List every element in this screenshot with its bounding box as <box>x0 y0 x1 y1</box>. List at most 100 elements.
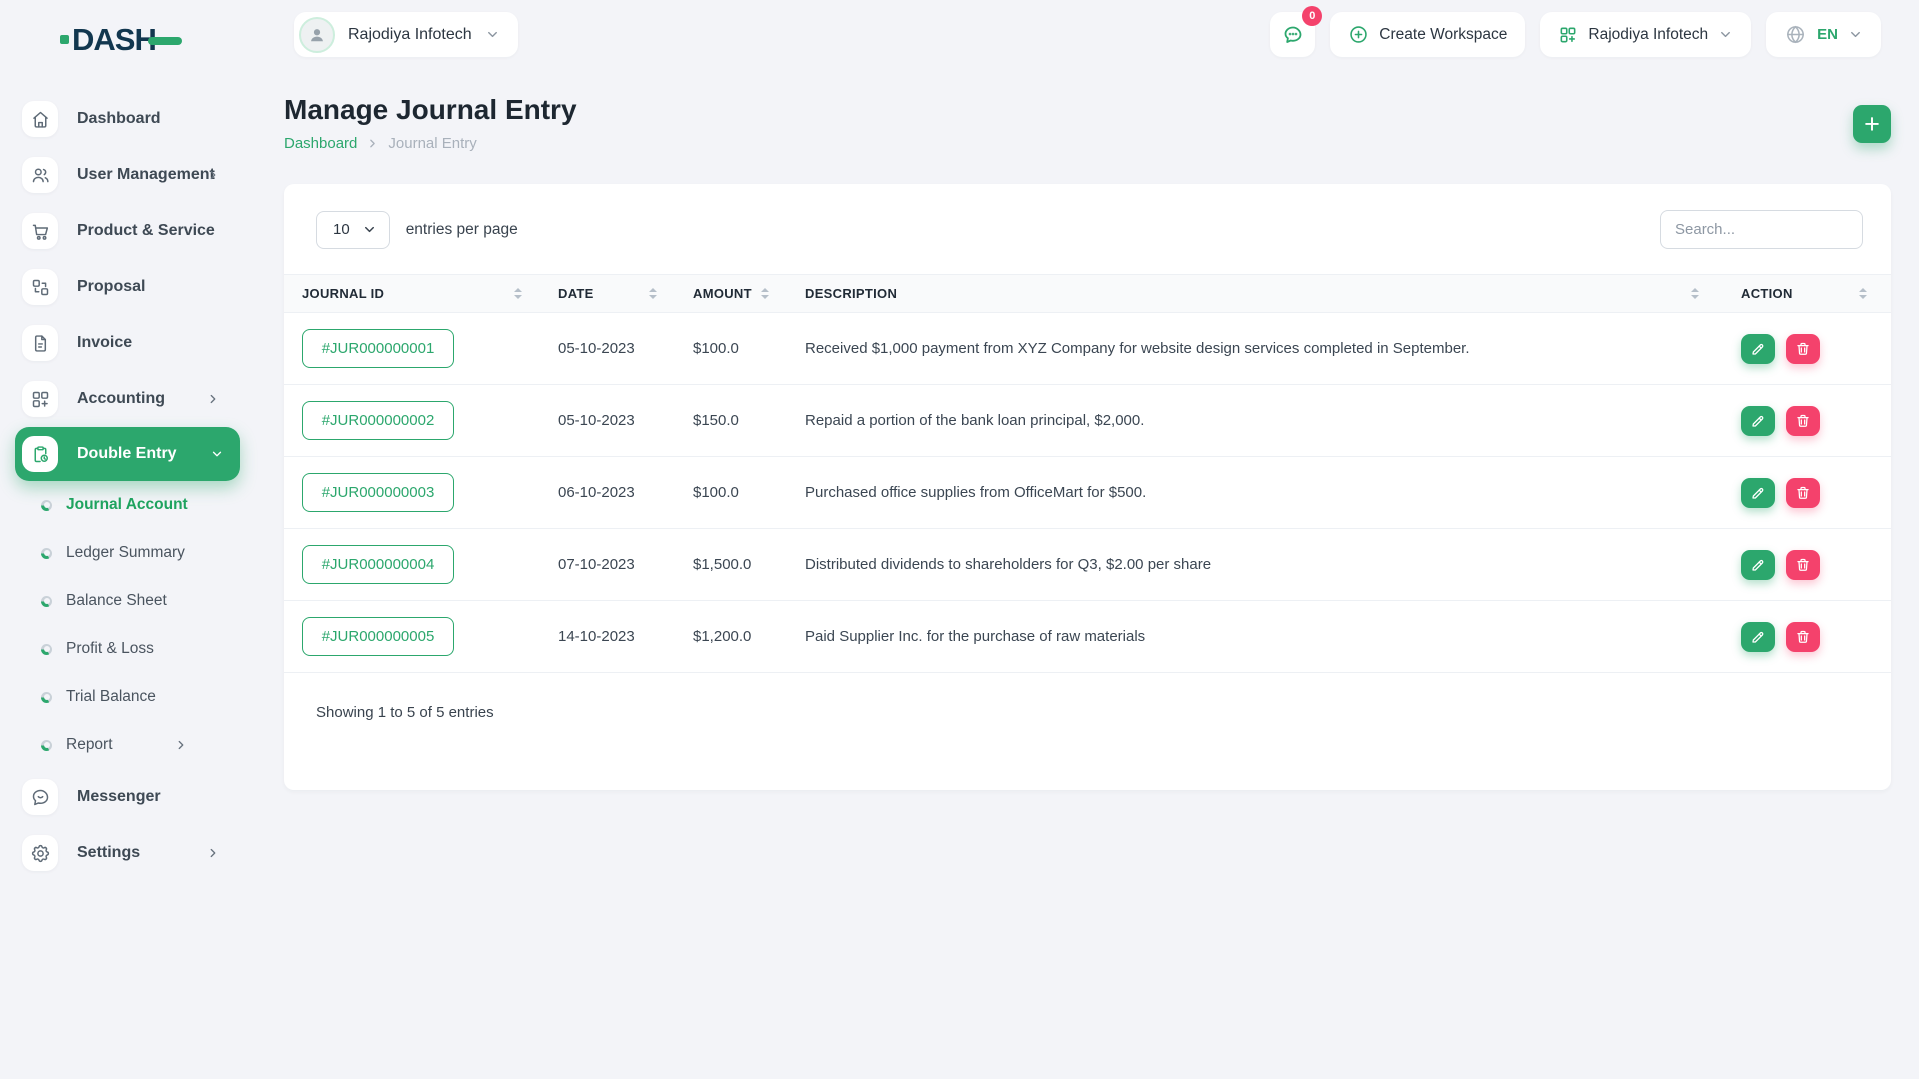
app-logo[interactable]: DASH <box>60 24 182 55</box>
sidebar-item-double-entry[interactable]: Double Entry <box>15 427 240 481</box>
table-header-row: JOURNAL ID DATE AMOUNT DESCRIPTION ACTIO… <box>284 274 1891 313</box>
table-row: #JUR000000005 14-10-2023 $1,200.0 Paid S… <box>284 600 1891 673</box>
edit-button[interactable] <box>1741 477 1775 508</box>
bullet-icon <box>41 595 52 607</box>
sidebar-menu: Dashboard User Management Product & Serv… <box>0 91 240 881</box>
column-header-amount[interactable]: AMOUNT <box>669 274 781 313</box>
avatar <box>299 16 335 53</box>
create-workspace-button[interactable]: Create Workspace <box>1330 12 1526 57</box>
sidebar-subitem-journal-account[interactable]: Journal Account <box>0 481 240 529</box>
gear-icon <box>22 835 58 871</box>
delete-button[interactable] <box>1786 405 1820 436</box>
table-row: #JUR000000002 05-10-2023 $150.0 Repaid a… <box>284 384 1891 457</box>
date-cell: 05-10-2023 <box>534 312 669 385</box>
logo-accent-bar <box>147 36 182 45</box>
trash-icon <box>1797 630 1809 643</box>
delete-button[interactable] <box>1786 477 1820 508</box>
sidebar-item-proposal[interactable]: Proposal <box>0 259 240 315</box>
chat-bubble-icon <box>22 779 58 815</box>
entries-per-page-label: entries per page <box>405 220 518 238</box>
date-cell: 07-10-2023 <box>534 528 669 601</box>
sidebar-item-label: Dashboard <box>77 110 161 127</box>
transfer-icon <box>22 269 58 305</box>
chat-notification-icon <box>1284 26 1302 43</box>
pencil-icon <box>1752 559 1764 571</box>
notifications-button[interactable]: 0 <box>1270 6 1323 57</box>
sidebar-subitem-balance-sheet[interactable]: Balance Sheet <box>0 577 240 625</box>
column-header-description[interactable]: DESCRIPTION <box>781 274 1711 313</box>
journal-id-badge: #JUR000000002 <box>302 401 454 440</box>
pencil-icon <box>1752 415 1764 427</box>
invoice-file-icon <box>22 325 58 361</box>
delete-button[interactable] <box>1786 621 1820 652</box>
topbar-actions: 0 Create Workspace Rajodiya Infotech EN <box>1270 6 1881 57</box>
description-cell: Paid Supplier Inc. for the purchase of r… <box>781 600 1711 673</box>
page-title: Manage Journal Entry <box>284 94 577 125</box>
delete-button[interactable] <box>1786 549 1820 580</box>
sidebar-item-dashboard[interactable]: Dashboard <box>0 91 240 147</box>
logo-text: DASH <box>72 22 157 57</box>
chevron-down-icon <box>210 447 224 461</box>
sidebar-item-accounting[interactable]: Accounting <box>0 371 240 427</box>
sidebar-item-label: Accounting <box>77 390 165 407</box>
column-header-date[interactable]: DATE <box>534 274 669 313</box>
users-icon <box>22 157 58 193</box>
notification-count-badge: 0 <box>1302 6 1323 26</box>
journal-id-badge: #JUR000000005 <box>302 617 454 656</box>
edit-button[interactable] <box>1741 405 1775 436</box>
column-header-action[interactable]: ACTION <box>1711 274 1891 313</box>
circle-plus-icon <box>1350 26 1368 43</box>
grid-plus-icon <box>22 381 58 417</box>
description-cell: Purchased office supplies from OfficeMar… <box>781 456 1711 529</box>
sidebar-item-invoice[interactable]: Invoice <box>0 315 240 371</box>
table-row: #JUR000000001 05-10-2023 $100.0 Received… <box>284 312 1891 385</box>
sort-icon <box>1859 288 1867 299</box>
delete-button[interactable] <box>1786 333 1820 364</box>
sidebar-item-messenger[interactable]: Messenger <box>0 769 240 825</box>
globe-icon <box>1787 25 1805 44</box>
sort-icon <box>761 288 769 299</box>
date-cell: 14-10-2023 <box>534 600 669 673</box>
breadcrumb-dashboard-link[interactable]: Dashboard <box>284 135 357 152</box>
journal-id-badge: #JUR000000004 <box>302 545 454 584</box>
company-selector[interactable]: Rajodiya Infotech <box>1540 12 1752 57</box>
chevron-right-icon <box>206 168 220 182</box>
grid-plus-icon <box>1560 27 1576 42</box>
language-code: EN <box>1817 26 1838 43</box>
sort-icon <box>1691 288 1699 299</box>
column-header-journal-id[interactable]: JOURNAL ID <box>284 274 534 313</box>
search-input[interactable] <box>1660 210 1863 249</box>
workspace-selector[interactable]: Rajodiya Infotech <box>294 12 518 57</box>
sort-icon <box>649 288 657 299</box>
company-name: Rajodiya Infotech <box>1588 25 1709 43</box>
edit-button[interactable] <box>1741 621 1775 652</box>
sidebar-item-label: Double Entry <box>77 445 177 462</box>
edit-button[interactable] <box>1741 333 1775 364</box>
description-cell: Received $1,000 payment from XYZ Company… <box>781 312 1711 385</box>
sidebar-item-label: User Management <box>77 166 215 183</box>
workspace-name: Rajodiya Infotech <box>348 25 472 43</box>
sidebar-subitem-trial-balance[interactable]: Trial Balance <box>0 673 240 721</box>
entries-per-page-value: 10 <box>333 221 350 238</box>
journal-entries-table: JOURNAL ID DATE AMOUNT DESCRIPTION ACTIO… <box>284 274 1891 673</box>
showing-entries-text: Showing 1 to 5 of 5 entries <box>316 704 494 721</box>
sidebar-subitem-report[interactable]: Report <box>0 721 240 769</box>
amount-cell: $100.0 <box>669 312 781 385</box>
trash-icon <box>1797 486 1809 499</box>
language-selector[interactable]: EN <box>1766 12 1881 57</box>
description-cell: Distributed dividends to shareholders fo… <box>781 528 1711 601</box>
sidebar-item-settings[interactable]: Settings <box>0 825 240 881</box>
page-header: Manage Journal Entry Dashboard Journal E… <box>284 94 577 152</box>
edit-button[interactable] <box>1741 549 1775 580</box>
sidebar-item-user-management[interactable]: User Management <box>0 147 240 203</box>
sidebar-subitem-ledger-summary[interactable]: Ledger Summary <box>0 529 240 577</box>
entries-per-page-select[interactable]: 10 <box>316 210 390 249</box>
table-controls: 10 entries per page <box>284 184 1891 249</box>
sidebar-subitem-profit-loss[interactable]: Profit & Loss <box>0 625 240 673</box>
bullet-icon <box>41 499 52 511</box>
breadcrumb-current: Journal Entry <box>388 135 477 152</box>
sidebar-item-product-service[interactable]: Product & Service <box>0 203 240 259</box>
add-journal-entry-button[interactable]: + <box>1853 105 1891 143</box>
chevron-right-icon <box>206 846 220 860</box>
amount-cell: $100.0 <box>669 456 781 529</box>
